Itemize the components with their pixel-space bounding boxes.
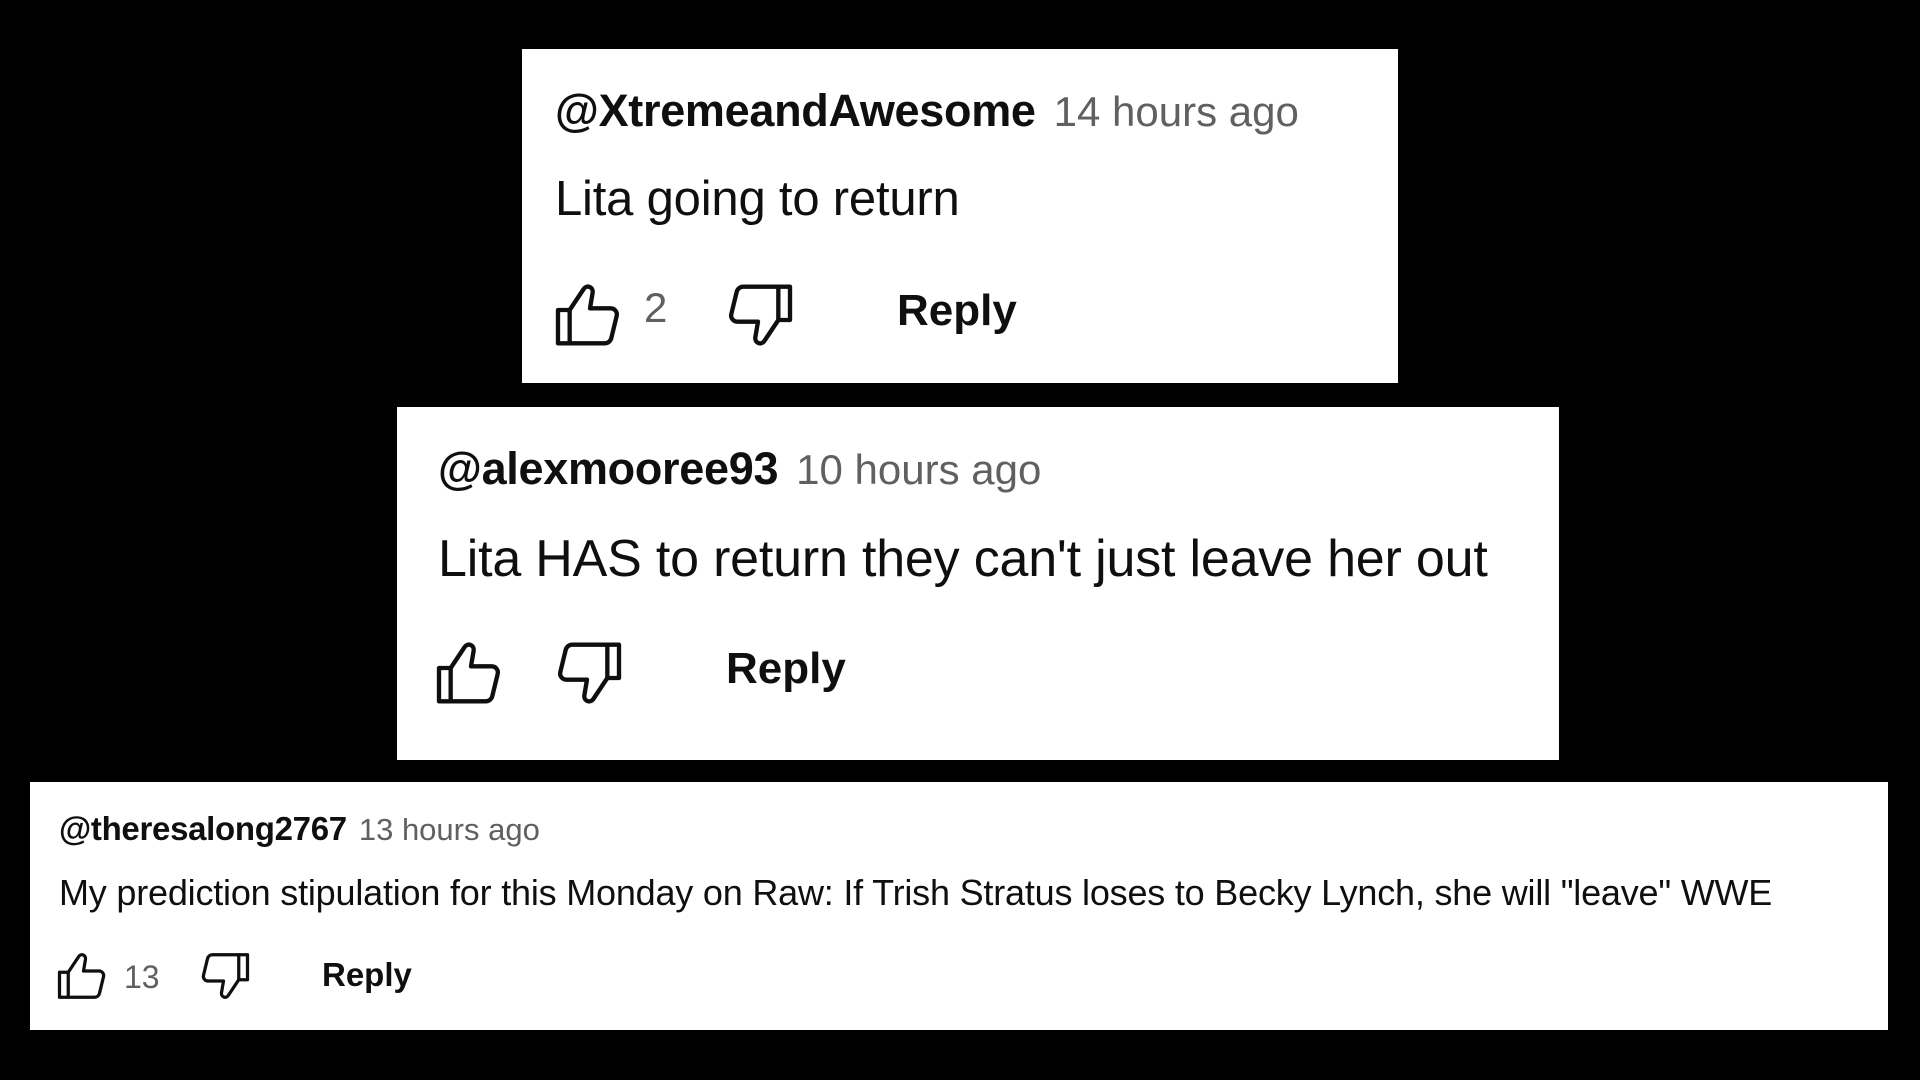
thumbs-up-icon [436, 642, 501, 704]
comment-header: @XtremeandAwesome 14 hours ago [555, 85, 1299, 137]
like-count: 2 [644, 284, 668, 331]
page: { "comments": [ { "handle": "@XtremeandA… [0, 0, 1920, 1080]
comment-timestamp[interactable]: 10 hours ago [796, 446, 1041, 494]
like-button[interactable] [548, 275, 628, 355]
like-button[interactable] [52, 946, 112, 1006]
comment-header: @theresalong2767 13 hours ago [59, 810, 540, 848]
comment-text: Lita going to return [555, 172, 960, 226]
thumbs-down-icon [557, 642, 622, 704]
comment-header: @alexmooree93 10 hours ago [438, 443, 1041, 495]
thumbs-down-icon [201, 953, 250, 999]
dislike-button[interactable] [720, 275, 800, 355]
like-button[interactable] [429, 633, 509, 713]
comment-card: @XtremeandAwesome 14 hours ago Lita goin… [522, 49, 1398, 383]
comment-card: @alexmooree93 10 hours ago Lita HAS to r… [397, 407, 1559, 760]
dislike-button[interactable] [195, 946, 255, 1006]
comment-text: Lita HAS to return they can't just leave… [438, 530, 1488, 588]
comment-author-handle[interactable]: @alexmooree93 [438, 443, 778, 495]
comment-author-handle[interactable]: @XtremeandAwesome [555, 85, 1036, 137]
thumbs-up-icon [57, 953, 106, 999]
comment-author-handle[interactable]: @theresalong2767 [59, 810, 347, 848]
comment-text: My prediction stipulation for this Monda… [59, 872, 1773, 913]
reply-button[interactable]: Reply [726, 644, 846, 694]
comment-timestamp[interactable]: 14 hours ago [1054, 88, 1299, 136]
thumbs-up-icon [555, 284, 620, 346]
reply-button[interactable]: Reply [322, 956, 412, 994]
reply-button[interactable]: Reply [897, 286, 1017, 336]
like-count: 13 [124, 959, 160, 995]
comment-timestamp[interactable]: 13 hours ago [359, 812, 540, 848]
thumbs-down-icon [728, 284, 793, 346]
dislike-button[interactable] [549, 633, 629, 713]
comment-card: @theresalong2767 13 hours ago My predict… [30, 782, 1888, 1030]
